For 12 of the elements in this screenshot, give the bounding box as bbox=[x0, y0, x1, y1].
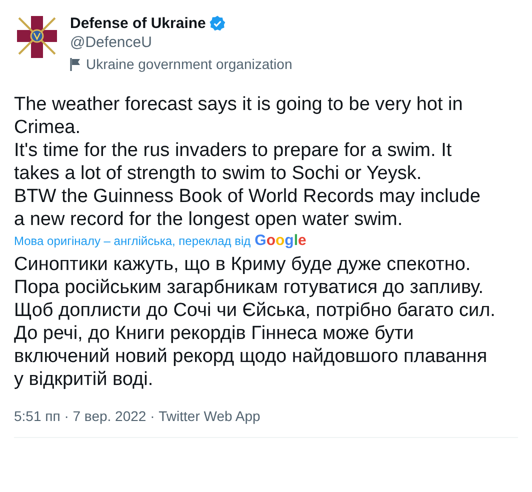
tweet-text: The weather forecast says it is going to be very hot in Crimea. bbox=[14, 93, 464, 139]
author-name[interactable]: Defense of Ukraine bbox=[70, 14, 206, 33]
tweet-text: BTW the Guinness Book of World Records may include a new record for the longest open water swim. bbox=[14, 185, 482, 231]
flag-icon bbox=[70, 58, 81, 70]
translated-text: До речі, до Книги рекордів Гіннеса може бути включений новий рекорд щодо найдовшого плавання у відкритій воді. bbox=[14, 322, 488, 391]
tweet-timestamp[interactable]: 5:51 пп · 7 вер. 2022 · Twitter Web App bbox=[14, 407, 260, 425]
account-label: Ukraine government organization bbox=[86, 55, 292, 73]
author-handle[interactable]: @DefenceU bbox=[70, 33, 292, 53]
translated-text: Синоптики кажуть, що в Криму буде дуже спекотно. bbox=[14, 253, 472, 276]
google-logo: Google bbox=[254, 233, 306, 249]
tweet-text: It's time for the rus invaders to prepare for a swim. It takes a lot of strength to swim to Sochi or Yeysk. bbox=[14, 139, 453, 185]
translated-text: Пора російським загарбникам готуватися до запливу. Щоб доплисти до Сочі чи Єйська, потрібно багато сил. bbox=[14, 276, 496, 322]
